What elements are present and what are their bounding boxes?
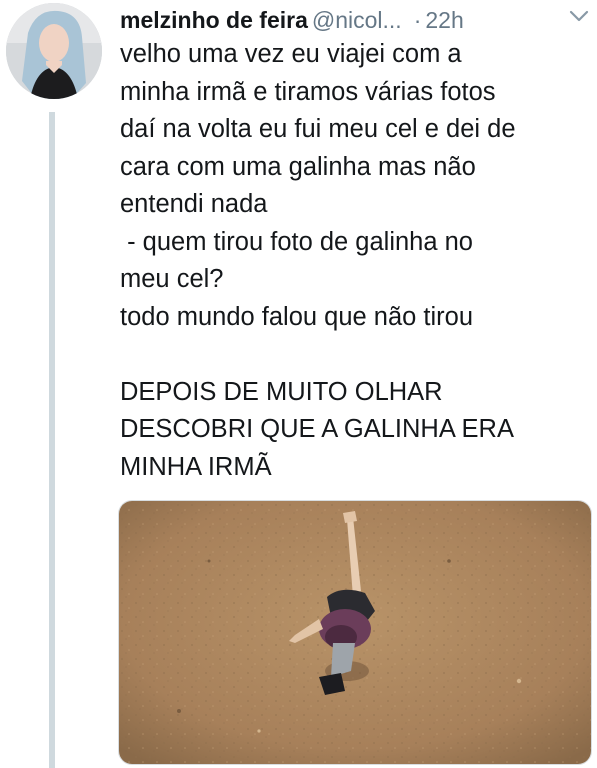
chevron-down-icon[interactable] — [567, 6, 591, 26]
tweet-photo[interactable] — [118, 500, 592, 765]
photo-image — [119, 501, 591, 764]
avatar[interactable] — [6, 3, 102, 99]
user-handle[interactable]: @nicol... — [312, 7, 402, 33]
tweet-text: velho uma vez eu viajei com a minha irmã… — [120, 40, 516, 481]
avatar-image — [6, 3, 102, 99]
timestamp[interactable]: 22h — [425, 7, 463, 33]
display-name[interactable]: melzinho de feira — [120, 7, 308, 33]
tweet-header: melzinho de feira @nicol... · 22h — [120, 4, 597, 36]
separator-dot: · — [413, 7, 422, 33]
thread-line — [49, 112, 55, 768]
